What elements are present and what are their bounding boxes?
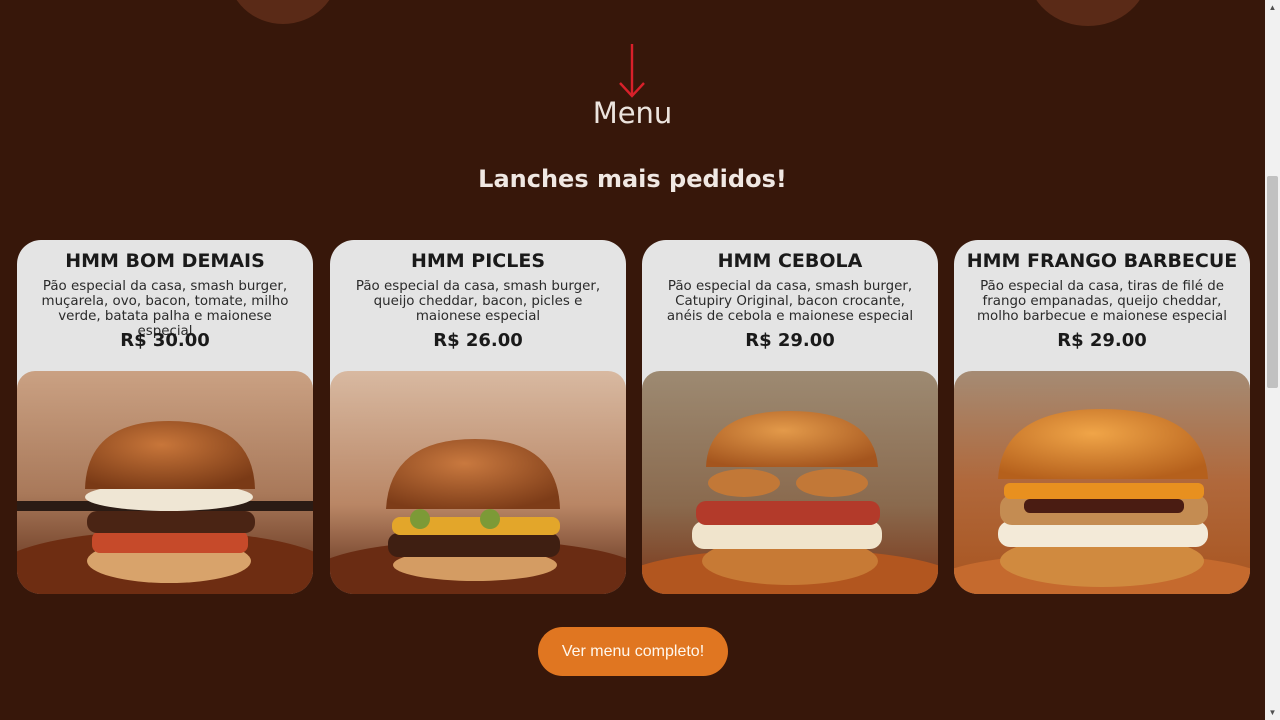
menu-card[interactable]: HMM FRANGO BARBECUE Pão especial da casa…: [954, 240, 1250, 594]
menu-section: Menu Lanches mais pedidos! HMM BOM DEMAI…: [0, 0, 1265, 720]
menu-heading: Menu: [592, 96, 673, 130]
burger-photo: [954, 371, 1250, 594]
item-price: R$ 30.00: [120, 330, 210, 351]
item-description: Pão especial da casa, tiras de filé de f…: [976, 279, 1227, 324]
burger-photo: [330, 371, 626, 594]
scrollbar-thumb[interactable]: [1267, 176, 1278, 388]
item-price: R$ 26.00: [433, 330, 523, 351]
menu-card[interactable]: HMM BOM DEMAIS Pão especial da casa, sma…: [17, 240, 313, 594]
decorative-blob: [1028, 0, 1148, 26]
item-name: HMM PICLES: [410, 250, 546, 272]
item-description: Pão especial da casa, smash burger, Catu…: [666, 279, 914, 324]
item-price: R$ 29.00: [1057, 330, 1147, 351]
item-name: HMM BOM DEMAIS: [65, 250, 265, 272]
full-menu-button[interactable]: Ver menu completo!: [538, 627, 728, 676]
burger-photo: [642, 371, 938, 594]
menu-subheading: Lanches mais pedidos!: [478, 165, 787, 193]
scroll-down-arrow[interactable]: ▼: [1265, 705, 1280, 720]
item-name: HMM FRANGO BARBECUE: [966, 250, 1238, 272]
arrow-down-icon: [619, 44, 645, 98]
item-name: HMM CEBOLA: [717, 250, 863, 272]
page-scrollbar[interactable]: ▲ ▼: [1265, 0, 1280, 720]
scroll-up-arrow[interactable]: ▲: [1265, 0, 1280, 15]
menu-card[interactable]: HMM PICLES Pão especial da casa, smash b…: [330, 240, 626, 594]
decorative-blob: [228, 0, 338, 24]
burger-photo: [17, 371, 313, 594]
item-description: Pão especial da casa, smash burger, quei…: [355, 279, 601, 324]
menu-card[interactable]: HMM CEBOLA Pão especial da casa, smash b…: [642, 240, 938, 594]
item-price: R$ 29.00: [745, 330, 835, 351]
